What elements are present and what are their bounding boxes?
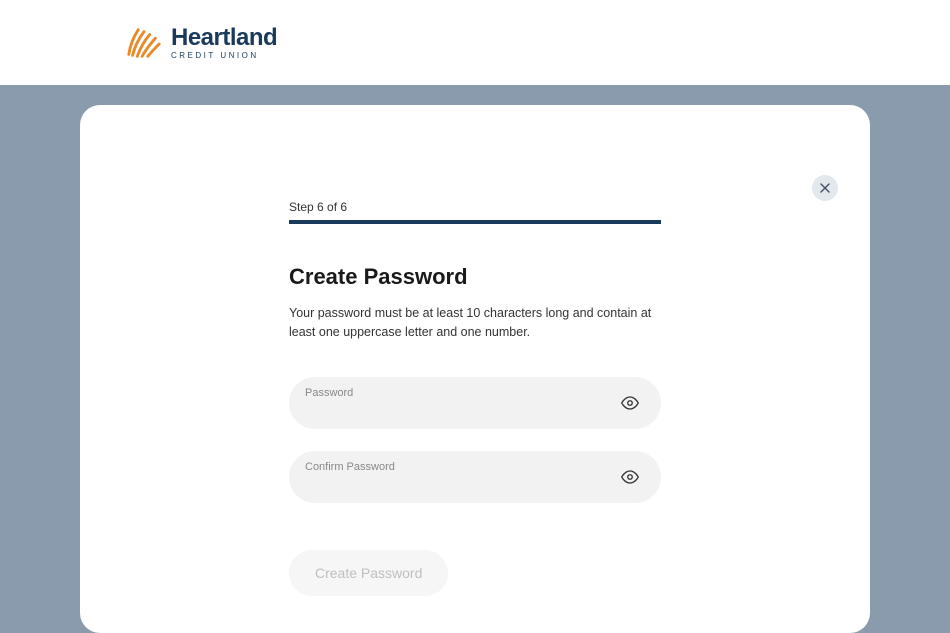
create-password-button[interactable]: Create Password	[289, 550, 448, 596]
heartland-logo-icon	[125, 24, 163, 62]
brand-text: Heartland CREDIT UNION	[171, 26, 277, 60]
close-icon	[820, 183, 830, 193]
password-group: Password	[289, 377, 661, 429]
step-indicator: Step 6 of 6	[289, 200, 661, 214]
confirm-password-group: Confirm Password	[289, 451, 661, 503]
eye-icon	[621, 394, 639, 412]
close-button[interactable]	[812, 175, 838, 201]
form-container: Step 6 of 6 Create Password Your passwor…	[289, 200, 661, 596]
brand-logo: Heartland CREDIT UNION	[125, 24, 277, 62]
password-requirements: Your password must be at least 10 charac…	[289, 304, 661, 342]
toggle-confirm-visibility[interactable]	[617, 464, 643, 490]
toggle-password-visibility[interactable]	[617, 390, 643, 416]
brand-name: Heartland	[171, 26, 277, 50]
content-area: Step 6 of 6 Create Password Your passwor…	[0, 85, 950, 633]
brand-tagline: CREDIT UNION	[171, 52, 277, 60]
password-input[interactable]	[289, 377, 661, 429]
header-bar: Heartland CREDIT UNION	[0, 0, 950, 85]
page-title: Create Password	[289, 264, 661, 290]
eye-icon	[621, 468, 639, 486]
card: Step 6 of 6 Create Password Your passwor…	[80, 105, 870, 633]
progress-bar	[289, 220, 661, 224]
confirm-password-input[interactable]	[289, 451, 661, 503]
